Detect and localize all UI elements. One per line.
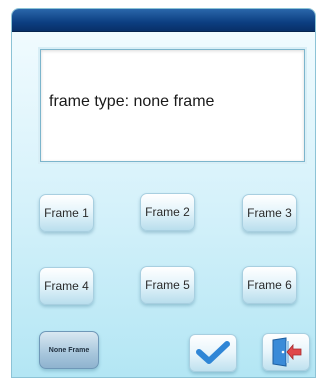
exit-button[interactable] bbox=[262, 333, 310, 371]
frame-5-button[interactable]: Frame 5 bbox=[140, 266, 195, 304]
checkmark-icon bbox=[196, 341, 230, 364]
frame-1-button[interactable]: Frame 1 bbox=[39, 194, 94, 232]
frame-dialog: frame type: none frame Frame 1 Frame 2 F… bbox=[11, 8, 316, 378]
frame-2-button[interactable]: Frame 2 bbox=[140, 193, 195, 231]
confirm-button[interactable] bbox=[189, 334, 237, 372]
none-frame-button[interactable]: None Frame bbox=[39, 331, 99, 369]
frame-type-text: frame type: none frame bbox=[49, 93, 215, 110]
frame-3-button[interactable]: Frame 3 bbox=[242, 194, 297, 232]
frame-type-display: frame type: none frame bbox=[40, 49, 305, 162]
title-bar bbox=[12, 9, 315, 32]
exit-door-icon bbox=[272, 337, 302, 367]
frame-6-button[interactable]: Frame 6 bbox=[242, 266, 297, 304]
frame-4-button[interactable]: Frame 4 bbox=[39, 267, 94, 305]
